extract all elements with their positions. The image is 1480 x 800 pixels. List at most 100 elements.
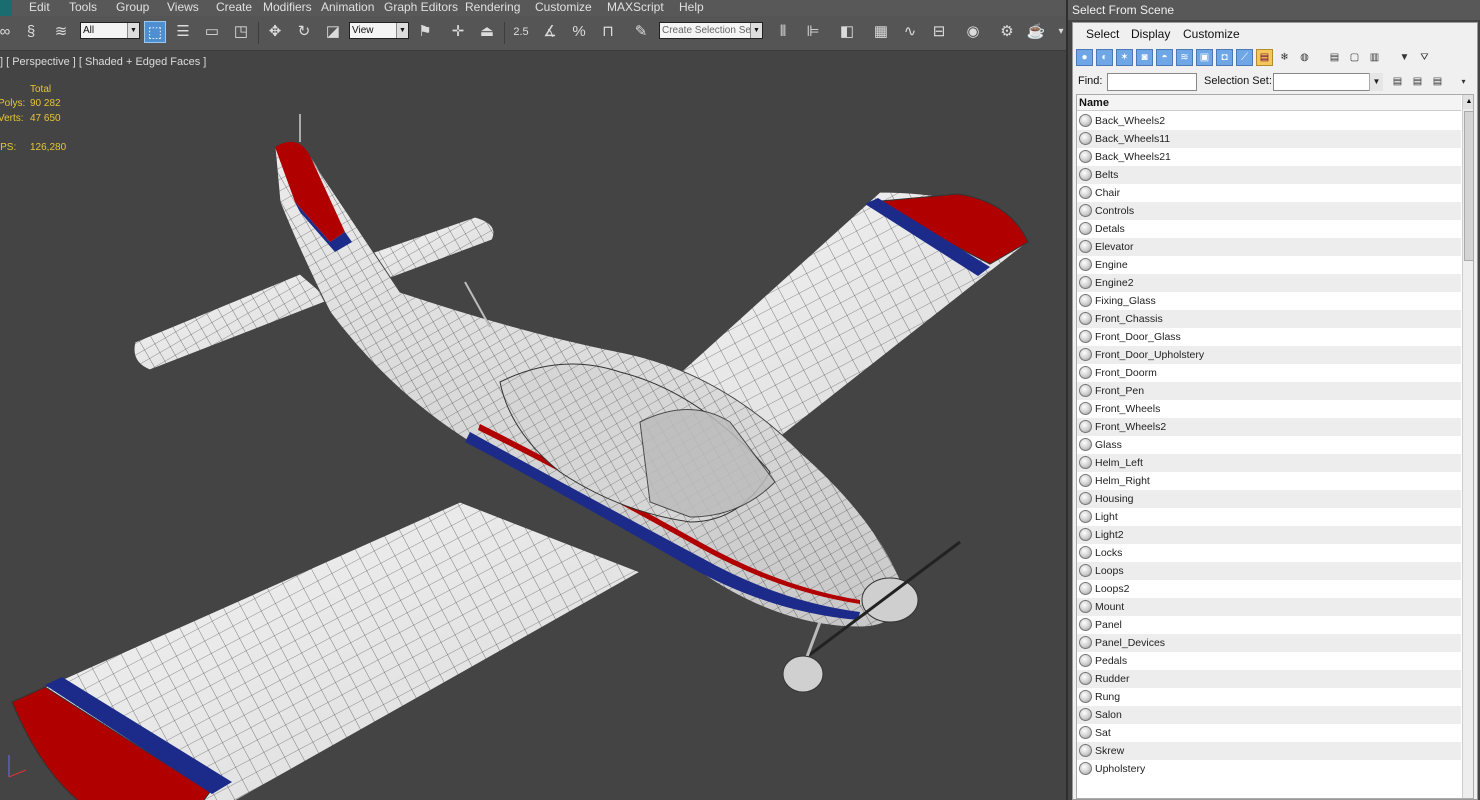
- move-icon[interactable]: ✥: [264, 21, 286, 43]
- rect-selection-icon[interactable]: ▭: [201, 21, 223, 43]
- mirror-icon[interactable]: ⫴: [772, 21, 794, 43]
- list-scrollbar[interactable]: ▲: [1462, 95, 1473, 798]
- list-item[interactable]: Belts: [1077, 166, 1461, 184]
- display-frozen-icon[interactable]: ❄: [1276, 49, 1293, 66]
- display-xrefs-icon[interactable]: ◘: [1216, 49, 1233, 66]
- list-item[interactable]: Elevator: [1077, 238, 1461, 256]
- menu-tools[interactable]: Tools: [69, 0, 97, 15]
- list-item[interactable]: Glass: [1077, 436, 1461, 454]
- list-item[interactable]: Front_Doorm: [1077, 364, 1461, 382]
- select-object-icon[interactable]: ⬚: [144, 21, 166, 43]
- list-item[interactable]: Sat: [1077, 724, 1461, 742]
- dialog-menu-display[interactable]: Display: [1131, 27, 1170, 41]
- display-bones-icon[interactable]: ⟋: [1236, 49, 1253, 66]
- list-item[interactable]: Detals: [1077, 220, 1461, 238]
- menu-rendering[interactable]: Rendering: [465, 0, 520, 15]
- menu-views[interactable]: Views: [167, 0, 199, 15]
- material-editor-icon[interactable]: ◉: [962, 21, 984, 43]
- scale-icon[interactable]: ◪: [322, 21, 344, 43]
- list-item[interactable]: Front_Chassis: [1077, 310, 1461, 328]
- spinner-snap-icon[interactable]: ⊓: [597, 21, 619, 43]
- list-item[interactable]: Panel: [1077, 616, 1461, 634]
- list-item[interactable]: Front_Wheels: [1077, 400, 1461, 418]
- angle-snap-icon[interactable]: ∡: [539, 21, 561, 43]
- rotate-icon[interactable]: ↻: [293, 21, 315, 43]
- list-item[interactable]: Loops2: [1077, 580, 1461, 598]
- list-item[interactable]: Engine: [1077, 256, 1461, 274]
- graphite-ribbon-icon[interactable]: ▦: [870, 21, 892, 43]
- selection-set-dropdown[interactable]: [1273, 73, 1383, 91]
- select-manipulate-icon[interactable]: ✛: [447, 21, 469, 43]
- invert-display-icon[interactable]: ▥: [1366, 49, 1383, 66]
- display-lights-icon[interactable]: ✶: [1116, 49, 1133, 66]
- dialog-title[interactable]: Select From Scene: [1068, 0, 1480, 20]
- dialog-menu-customize[interactable]: Customize: [1183, 27, 1240, 41]
- list-item[interactable]: Upholstery: [1077, 760, 1461, 778]
- display-none-icon[interactable]: ▢: [1346, 49, 1363, 66]
- render-setup-icon[interactable]: ⚙: [996, 21, 1018, 43]
- rendered-frame-window-icon[interactable]: ☕: [1025, 21, 1047, 43]
- list-item[interactable]: Mount: [1077, 598, 1461, 616]
- menu-animation[interactable]: Animation: [321, 0, 374, 15]
- list-item[interactable]: Salon: [1077, 706, 1461, 724]
- schematic-view-icon[interactable]: ⊟: [928, 21, 950, 43]
- scene-object-list[interactable]: Name Back_Wheels2 Back_Wheels11 Back_Wheel…: [1076, 94, 1474, 799]
- create-selection-set-icon[interactable]: ▤: [1389, 73, 1406, 90]
- display-helpers-icon[interactable]: ◓: [1156, 49, 1173, 66]
- toolbar-options-icon[interactable]: ▾: [1455, 73, 1472, 90]
- display-groups-icon[interactable]: ▣: [1196, 49, 1213, 66]
- chevron-down-icon[interactable]: ▼: [1369, 73, 1383, 91]
- list-item[interactable]: Light2: [1077, 526, 1461, 544]
- list-item[interactable]: Back_Wheels11: [1077, 130, 1461, 148]
- list-item[interactable]: Light: [1077, 508, 1461, 526]
- list-item[interactable]: Front_Door_Upholstery: [1077, 346, 1461, 364]
- menu-modifiers[interactable]: Modifiers: [263, 0, 312, 15]
- perspective-viewport[interactable]: ] [ Perspective ] [ Shaded + Edged Faces…: [0, 52, 1066, 800]
- list-item[interactable]: Front_Door_Glass: [1077, 328, 1461, 346]
- column-header-name[interactable]: Name: [1077, 95, 1461, 111]
- menu-create[interactable]: Create: [216, 0, 252, 15]
- display-shapes-icon[interactable]: ◐: [1096, 49, 1113, 66]
- display-hidden-icon[interactable]: ◍: [1296, 49, 1313, 66]
- display-geometry-icon[interactable]: ●: [1076, 49, 1093, 66]
- curve-editor-icon[interactable]: ∿: [899, 21, 921, 43]
- dialog-menu-select[interactable]: Select: [1086, 27, 1119, 41]
- align-icon[interactable]: ⊫: [802, 21, 824, 43]
- window-crossing-icon[interactable]: ◳: [230, 21, 252, 43]
- display-cameras-icon[interactable]: ◙: [1136, 49, 1153, 66]
- menu-maxscript[interactable]: MAXScript: [607, 0, 664, 15]
- percent-snap-icon[interactable]: %: [568, 21, 590, 43]
- list-item[interactable]: Back_Wheels2: [1077, 112, 1461, 130]
- menu-group[interactable]: Group: [116, 0, 149, 15]
- scroll-thumb[interactable]: [1464, 111, 1473, 261]
- menu-edit[interactable]: Edit: [29, 0, 50, 15]
- filter-options-icon[interactable]: ⛛: [1416, 49, 1433, 66]
- list-item[interactable]: Front_Wheels2: [1077, 418, 1461, 436]
- menu-customize[interactable]: Customize: [535, 0, 592, 15]
- list-item[interactable]: Front_Pen: [1077, 382, 1461, 400]
- named-selection-sets-dropdown[interactable]: Create Selection Se ▼: [659, 22, 763, 39]
- list-item[interactable]: Back_Wheels21: [1077, 148, 1461, 166]
- snaps-toggle-icon[interactable]: 2.5: [510, 21, 532, 43]
- display-all-icon[interactable]: ▤: [1326, 49, 1343, 66]
- bind-spacewarp-icon[interactable]: ≋: [50, 21, 72, 43]
- list-item[interactable]: Controls: [1077, 202, 1461, 220]
- list-item[interactable]: Skrew: [1077, 742, 1461, 760]
- reference-coordinate-dropdown[interactable]: View ▼: [349, 22, 409, 39]
- select-by-name-icon[interactable]: ☰: [172, 21, 194, 43]
- list-item[interactable]: Fixing_Glass: [1077, 292, 1461, 310]
- edit-selection-set-icon[interactable]: ▤: [1409, 73, 1426, 90]
- list-item[interactable]: Locks: [1077, 544, 1461, 562]
- list-item[interactable]: Helm_Right: [1077, 472, 1461, 490]
- display-containers-icon[interactable]: ▤: [1256, 49, 1273, 66]
- list-item[interactable]: Panel_Devices: [1077, 634, 1461, 652]
- filter-icon[interactable]: ▼: [1396, 49, 1413, 66]
- find-input[interactable]: [1107, 73, 1197, 91]
- selection-filter-dropdown[interactable]: All ▼: [80, 22, 140, 39]
- list-item[interactable]: Engine2: [1077, 274, 1461, 292]
- menu-help[interactable]: Help: [679, 0, 704, 15]
- list-item[interactable]: Rudder: [1077, 670, 1461, 688]
- keyboard-shortcut-override-icon[interactable]: ⏏: [476, 21, 498, 43]
- delete-selection-set-icon[interactable]: ▤: [1429, 73, 1446, 90]
- list-item[interactable]: Pedals: [1077, 652, 1461, 670]
